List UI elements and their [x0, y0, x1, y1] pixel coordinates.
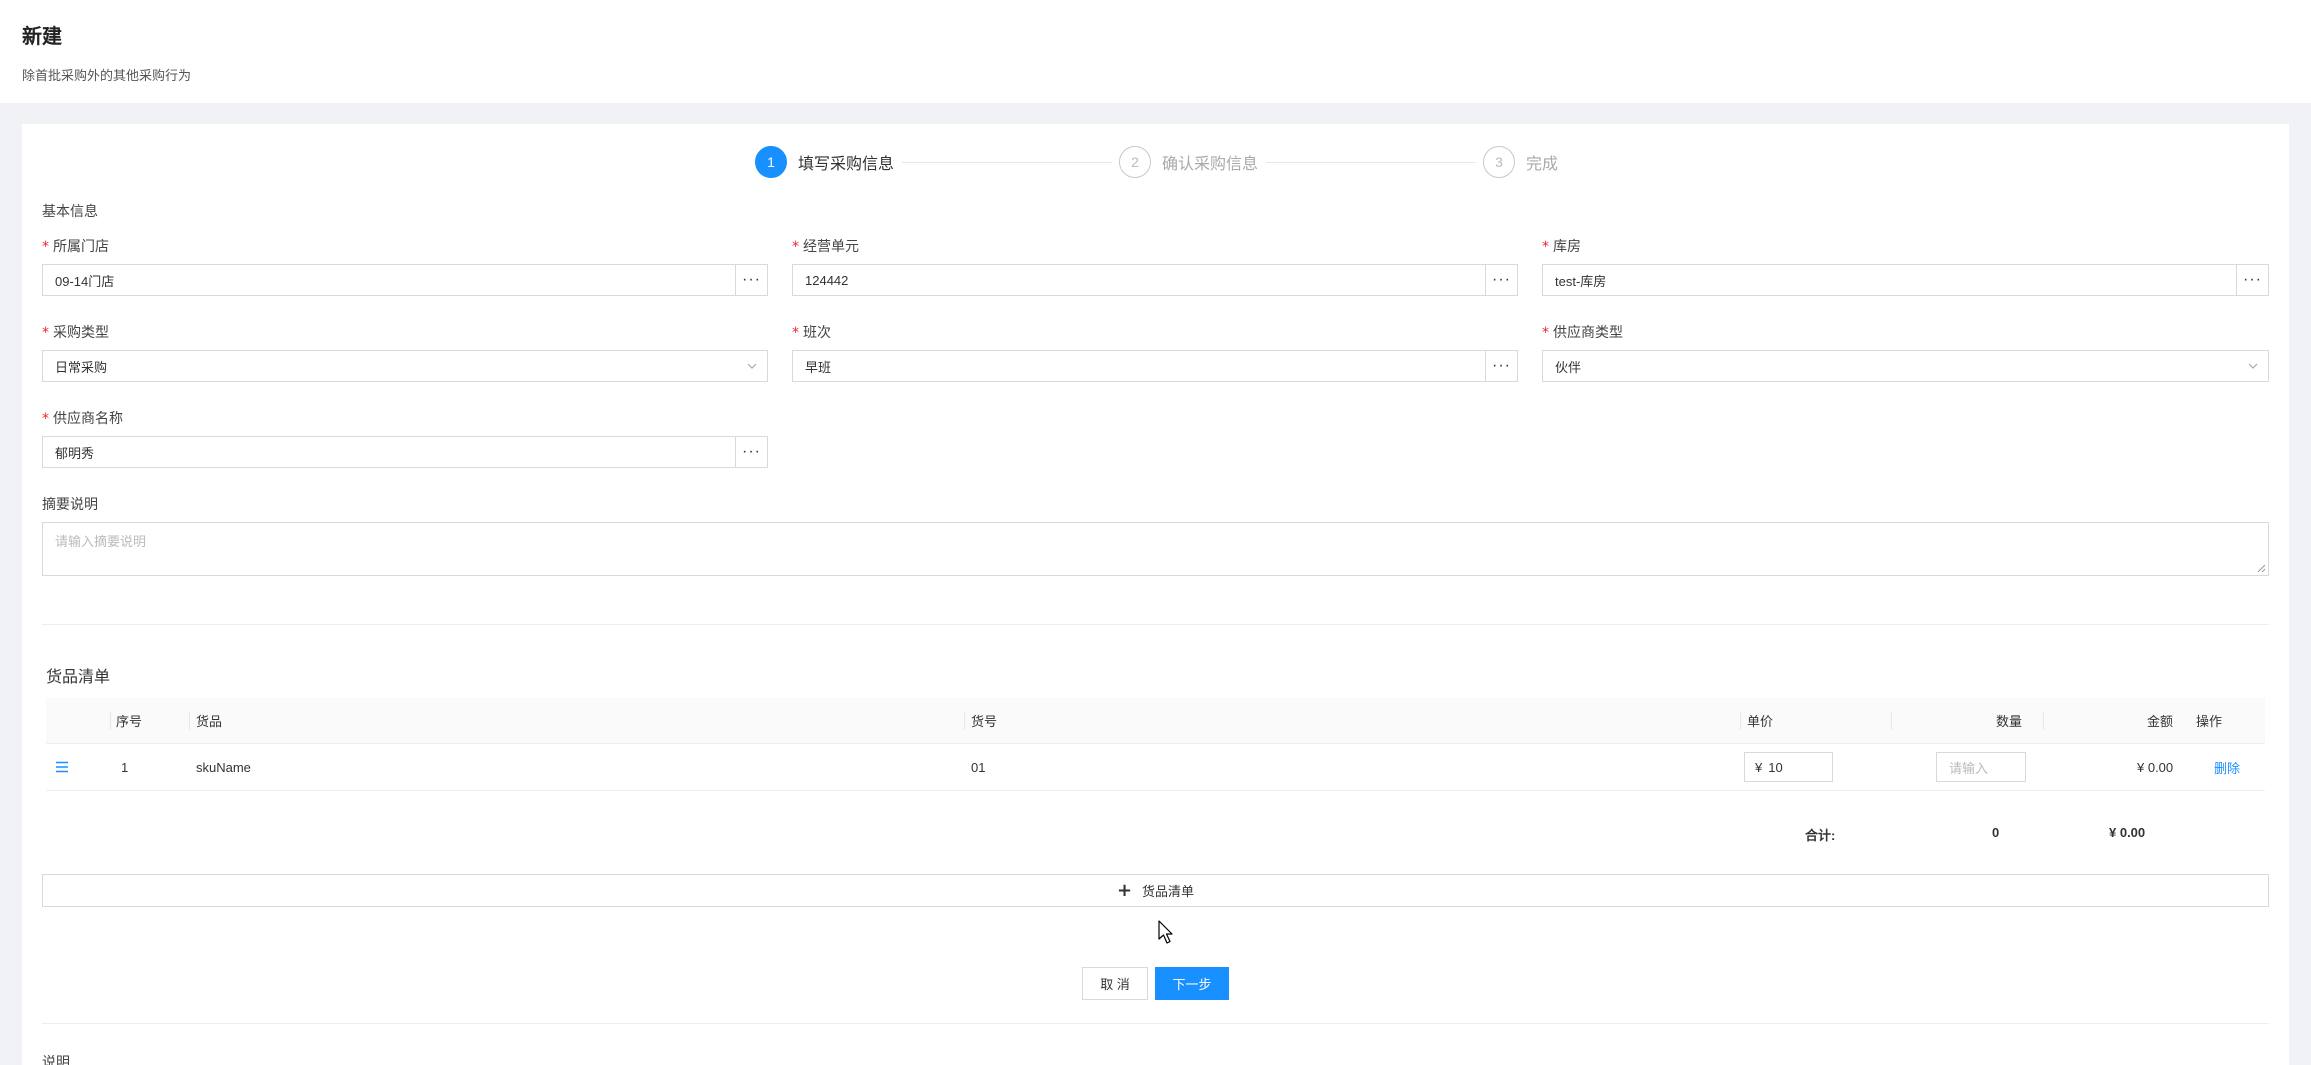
shift-field[interactable]: 早班 ··· — [792, 350, 1518, 382]
chevron-down-icon — [2238, 351, 2268, 381]
supplier-name-field[interactable]: 郁明秀 ··· — [42, 436, 768, 468]
more-icon[interactable]: ··· — [2236, 265, 2268, 295]
resize-handle-icon[interactable] — [2256, 563, 2266, 573]
total-quantity: 0 — [1992, 825, 2000, 840]
shift-value: 早班 — [805, 359, 832, 375]
business-unit-label: * 经营单元 — [792, 238, 859, 255]
row-goods: skuName — [196, 759, 251, 775]
delete-link[interactable]: 删除 — [2214, 744, 2240, 790]
unit-price-value: 10 — [1768, 759, 1783, 775]
goods-table-header: 序号 货品 货号 单价 数量 金额 操作 — [46, 698, 2265, 744]
chevron-down-icon — [737, 351, 767, 381]
summary-label: 摘要说明 — [42, 496, 98, 512]
column-separator — [1740, 712, 1741, 730]
supplier-name-value: 郁明秀 — [55, 445, 95, 461]
more-icon[interactable]: ··· — [1485, 351, 1517, 381]
step-connector — [1266, 162, 1476, 163]
section-divider — [42, 624, 2269, 625]
supplier-type-value: 伙伴 — [1555, 359, 1582, 375]
note-label: 说明 — [42, 1054, 70, 1065]
column-separator — [110, 712, 111, 730]
drag-handle-icon[interactable] — [55, 744, 69, 790]
goods-list-title: 货品清单 — [46, 669, 111, 686]
currency-symbol: ¥ — [1755, 759, 1763, 775]
total-amount: ¥ 0.00 — [2109, 825, 2146, 840]
col-quantity: 数量 — [1996, 714, 2023, 729]
basic-info-label: 基本信息 — [42, 203, 98, 219]
step-1: 1 填写采购信息 — [755, 146, 894, 178]
quantity-placeholder: 请输入 — [1949, 760, 1989, 776]
supplier-type-select[interactable]: 伙伴 — [1542, 350, 2269, 382]
section-divider — [42, 1023, 2269, 1024]
col-unit-price: 单价 — [1747, 714, 1774, 729]
cancel-button[interactable]: 取 消 — [1082, 967, 1148, 1000]
col-action: 操作 — [2196, 714, 2223, 729]
column-separator — [2043, 712, 2044, 730]
col-amount: 金额 — [2147, 714, 2174, 729]
warehouse-field[interactable]: test-库房 ··· — [1542, 264, 2269, 296]
column-separator — [1891, 712, 1892, 730]
step-3-number: 3 — [1483, 146, 1515, 178]
purchase-type-select[interactable]: 日常采购 — [42, 350, 768, 382]
step-2-number: 2 — [1119, 146, 1151, 178]
row-amount: ¥ 0.00 — [2137, 759, 2174, 775]
add-goods-button[interactable]: + 货品清单 — [42, 874, 2269, 907]
step-1-label: 填写采购信息 — [798, 156, 895, 173]
plus-icon: + — [1116, 880, 1133, 901]
column-separator — [189, 712, 190, 730]
more-icon[interactable]: ··· — [1485, 265, 1517, 295]
summary-textarea[interactable]: 请输入摘要说明 — [42, 522, 2269, 576]
column-separator — [964, 712, 965, 730]
purchase-type-value: 日常采购 — [55, 359, 108, 375]
unit-price-input[interactable]: ¥ 10 — [1744, 752, 1833, 782]
col-index: 序号 — [116, 714, 143, 729]
summary-placeholder: 请输入摘要说明 — [55, 534, 147, 549]
step-connector — [902, 162, 1112, 163]
shift-label: * 班次 — [792, 324, 831, 341]
store-value: 09-14门店 — [55, 273, 115, 289]
quantity-input[interactable]: 请输入 — [1936, 752, 2026, 782]
col-code: 货号 — [971, 714, 998, 729]
mouse-cursor-icon — [1158, 920, 1173, 944]
next-step-button[interactable]: 下一步 — [1155, 967, 1229, 1000]
store-field[interactable]: 09-14门店 ··· — [42, 264, 768, 296]
step-1-number: 1 — [755, 146, 787, 178]
step-3: 3 完成 — [1483, 146, 1558, 178]
page-title: 新建 — [22, 26, 62, 48]
total-label: 合计: — [1805, 828, 1836, 843]
supplier-name-label: * 供应商名称 — [42, 410, 123, 427]
page-description: 除首批采购外的其他采购行为 — [22, 68, 192, 83]
form-card: 1 填写采购信息 2 确认采购信息 3 完成 基本信息 * 所属门店 09-14门… — [22, 124, 2289, 1065]
supplier-type-label: * 供应商类型 — [1542, 324, 1623, 341]
row-index: 1 — [121, 759, 129, 775]
business-unit-value: 124442 — [805, 272, 849, 288]
more-icon[interactable]: ··· — [735, 265, 767, 295]
purchase-type-label: * 采购类型 — [42, 324, 109, 341]
business-unit-field[interactable]: 124442 ··· — [792, 264, 1518, 296]
step-2: 2 确认采购信息 — [1119, 146, 1258, 178]
step-2-label: 确认采购信息 — [1162, 156, 1259, 173]
row-code: 01 — [971, 759, 986, 775]
warehouse-value: test-库房 — [1555, 273, 1607, 289]
store-label: * 所属门店 — [42, 238, 109, 255]
page-header: 新建 除首批采购外的其他采购行为 — [0, 0, 2311, 103]
col-goods: 货品 — [196, 714, 223, 729]
add-goods-label: 货品清单 — [1142, 884, 1195, 899]
step-3-label: 完成 — [1526, 156, 1559, 173]
more-icon[interactable]: ··· — [735, 437, 767, 467]
warehouse-label: * 库房 — [1542, 238, 1581, 255]
table-row: 1 skuName 01 ¥ 10 请输入 ¥ 0.00 删除 — [46, 744, 2265, 791]
